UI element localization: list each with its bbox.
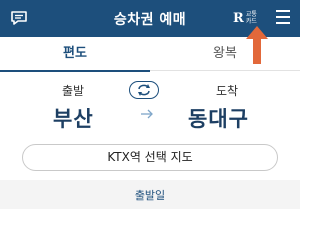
swap-button[interactable] — [129, 81, 159, 99]
rail-card-button[interactable]: R 교통 카드 — [233, 8, 257, 28]
trip-type-tabs: 편도 왕복 — [0, 37, 300, 72]
departure-date-label[interactable]: 출발일 — [0, 187, 300, 203]
tab-one-way[interactable]: 편도 — [0, 37, 150, 72]
station-map-button[interactable]: KTX역 선택 지도 — [22, 144, 278, 171]
arrival-station[interactable]: 동대구 — [188, 103, 249, 133]
menu-icon[interactable] — [276, 10, 290, 24]
departure-station[interactable]: 부산 — [53, 103, 94, 133]
rail-card-text-1: 교통 — [245, 11, 257, 18]
departure-label: 출발 — [62, 84, 85, 98]
rail-card-icon: R — [233, 10, 244, 26]
arrow-right-icon — [141, 109, 153, 119]
tab-round-trip[interactable]: 왕복 — [150, 37, 300, 71]
swap-icon — [138, 84, 150, 96]
arrival-label: 도착 — [216, 84, 239, 98]
date-section: 출발일 — [0, 180, 300, 209]
rail-card-text-2: 카드 — [245, 18, 257, 25]
